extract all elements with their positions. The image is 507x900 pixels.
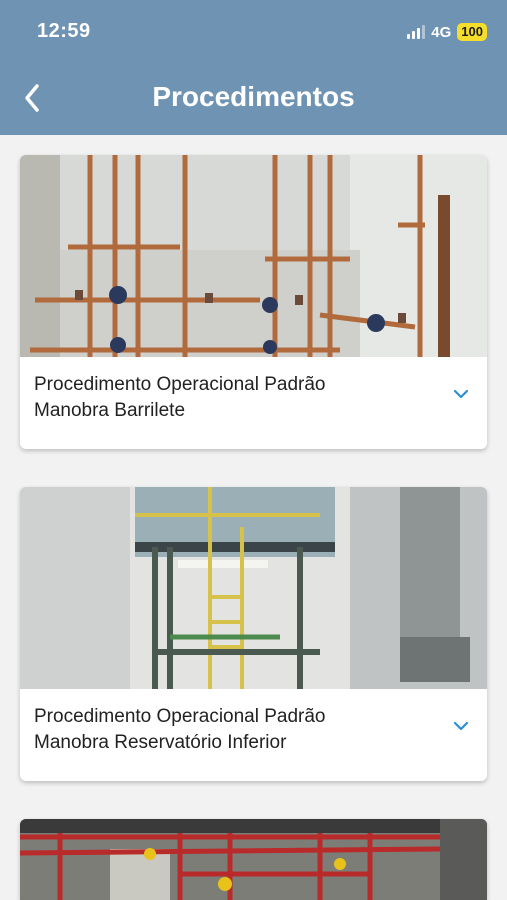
procedure-title: Procedimento Operacional Padrão Manobra … <box>34 704 427 756</box>
procedure-photo <box>20 819 487 900</box>
procedure-title-line1: Procedimento Operacional Padrão <box>34 706 326 727</box>
network-type: 4G <box>431 23 452 41</box>
status-time: 12:59 <box>37 20 91 42</box>
app-header: 12:59 4G 100 Procedimentos <box>0 0 507 135</box>
procedure-card[interactable]: Procedimento Operacional Padrão Manobra … <box>20 155 487 449</box>
procedure-card-body: Procedimento Operacional Padrão Manobra … <box>20 689 487 781</box>
procedure-card[interactable]: Procedimento Operacional Padrão Manobra … <box>20 487 487 781</box>
procedure-title-line1: Procedimento Operacional Padrão <box>34 374 326 395</box>
chevron-down-icon[interactable] <box>451 719 471 733</box>
procedure-card[interactable] <box>20 819 487 900</box>
chevron-down-icon[interactable] <box>451 387 471 401</box>
battery-icon: 100 <box>457 23 487 41</box>
procedure-photo <box>20 487 487 689</box>
status-indicators: 4G 100 <box>407 22 487 42</box>
page-title: Procedimentos <box>152 81 355 112</box>
procedure-title-line2: Manobra Reservatório Inferior <box>34 732 287 753</box>
procedure-title-line2: Manobra Barrilete <box>34 400 186 421</box>
cellular-signal-icon <box>407 25 426 39</box>
procedure-card-body: Procedimento Operacional Padrão Manobra … <box>20 357 487 449</box>
procedure-photo <box>20 155 487 357</box>
procedure-title: Procedimento Operacional Padrão Manobra … <box>34 372 427 424</box>
